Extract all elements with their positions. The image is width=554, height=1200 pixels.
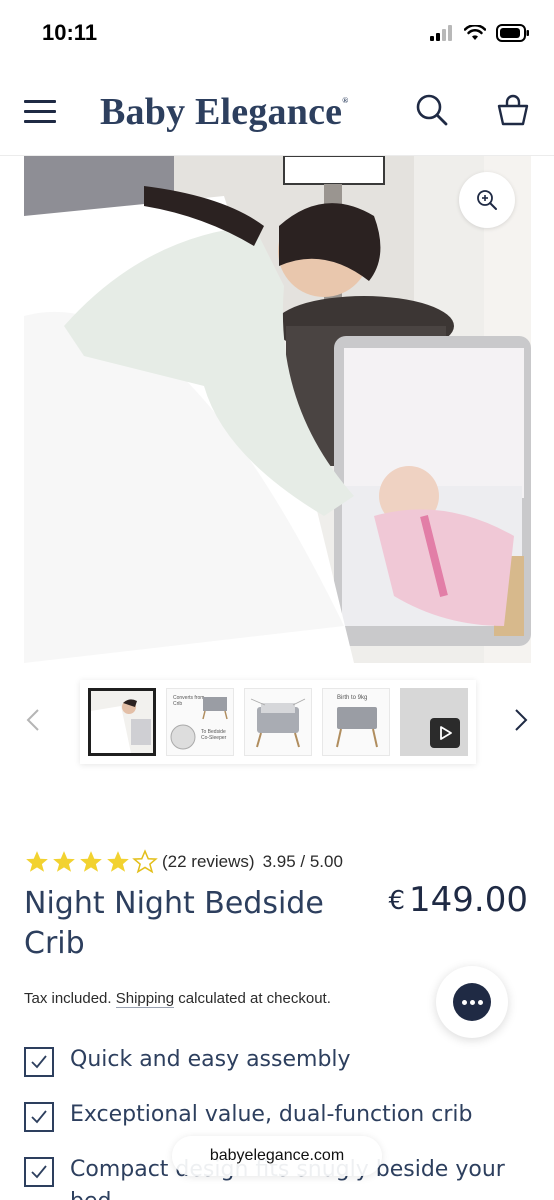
star-empty-icon <box>132 849 158 874</box>
status-bar: 10:11 <box>0 0 554 68</box>
product-price: €149.00 <box>388 880 528 920</box>
play-icon <box>440 726 452 740</box>
price-amount: 149.00 <box>409 880 528 920</box>
thumbnail-2[interactable]: Converts from Crib To Bedside Co-Sleeper <box>166 688 234 756</box>
menu-button[interactable] <box>22 96 58 126</box>
thumbnail-prev-button[interactable] <box>20 704 48 736</box>
crib-diagram <box>250 698 306 748</box>
star-full-icon <box>53 851 75 872</box>
product-title: Night Night Bedside Crib <box>24 886 324 961</box>
star-full-icon <box>107 851 129 872</box>
shipping-link[interactable]: Shipping <box>115 990 175 1008</box>
play-button[interactable] <box>430 718 460 748</box>
hamburger-icon <box>24 100 56 103</box>
thumbnail-3[interactable] <box>244 688 312 756</box>
thumbnail-subcaption: To Bedside Co-Sleeper <box>201 729 227 741</box>
feature-list: Quick and easy assembly Exceptional valu… <box>24 1044 530 1200</box>
browser-url-pill[interactable]: babyelegance.com <box>172 1136 382 1176</box>
status-icons <box>430 24 530 42</box>
site-header: Baby Elegance® <box>0 70 554 156</box>
cart-button[interactable] <box>496 92 530 128</box>
crib-diagram <box>170 697 228 750</box>
zoom-button[interactable] <box>459 172 515 228</box>
chevron-right-icon <box>515 709 528 731</box>
status-time: 10:11 <box>42 20 98 45</box>
feature-text: Exceptional value, dual-function crib <box>70 1102 473 1127</box>
star-full-icon <box>26 851 48 872</box>
rating-row[interactable]: (22 reviews) 3.95 / 5.00 <box>24 848 343 876</box>
shopping-bag-icon <box>497 94 529 126</box>
chevron-left-icon <box>26 709 39 731</box>
thumbnail-next-button[interactable] <box>506 704 534 736</box>
wifi-icon <box>464 25 486 40</box>
battery-icon <box>496 24 529 42</box>
product-main-image[interactable] <box>24 156 531 663</box>
cellular-signal-icon <box>430 25 452 41</box>
crib-diagram <box>336 707 378 748</box>
check-icon <box>24 1102 54 1132</box>
thumbnail-4[interactable]: Birth to 9kg <box>322 688 390 756</box>
rating-score: 3.95 / 5.00 <box>262 852 343 871</box>
thumbnail-strip: Converts from Crib To Bedside Co-Sleeper… <box>80 680 476 764</box>
check-icon <box>24 1157 54 1187</box>
tax-note: Tax included. Shipping calculated at che… <box>24 990 331 1008</box>
price-currency: € <box>388 886 406 916</box>
check-icon <box>24 1047 54 1077</box>
brand-logo[interactable]: Baby Elegance® <box>100 90 348 134</box>
feature-item: Exceptional value, dual-function crib <box>24 1099 530 1132</box>
thumbnail-photo <box>91 691 153 753</box>
product-photo <box>24 156 531 663</box>
thumbnail-1[interactable] <box>88 688 156 756</box>
rating-count[interactable]: (22 reviews) <box>162 852 255 872</box>
search-button[interactable] <box>414 92 450 128</box>
rating-stars <box>24 849 158 875</box>
feature-text: Quick and easy assembly <box>70 1047 351 1072</box>
feature-item: Quick and easy assembly <box>24 1044 530 1077</box>
search-icon <box>416 94 448 126</box>
chat-icon <box>453 983 491 1021</box>
zoom-in-icon <box>477 190 497 210</box>
thumbnail-video[interactable] <box>400 688 468 756</box>
chat-button[interactable] <box>436 966 508 1038</box>
star-full-icon <box>80 851 102 872</box>
